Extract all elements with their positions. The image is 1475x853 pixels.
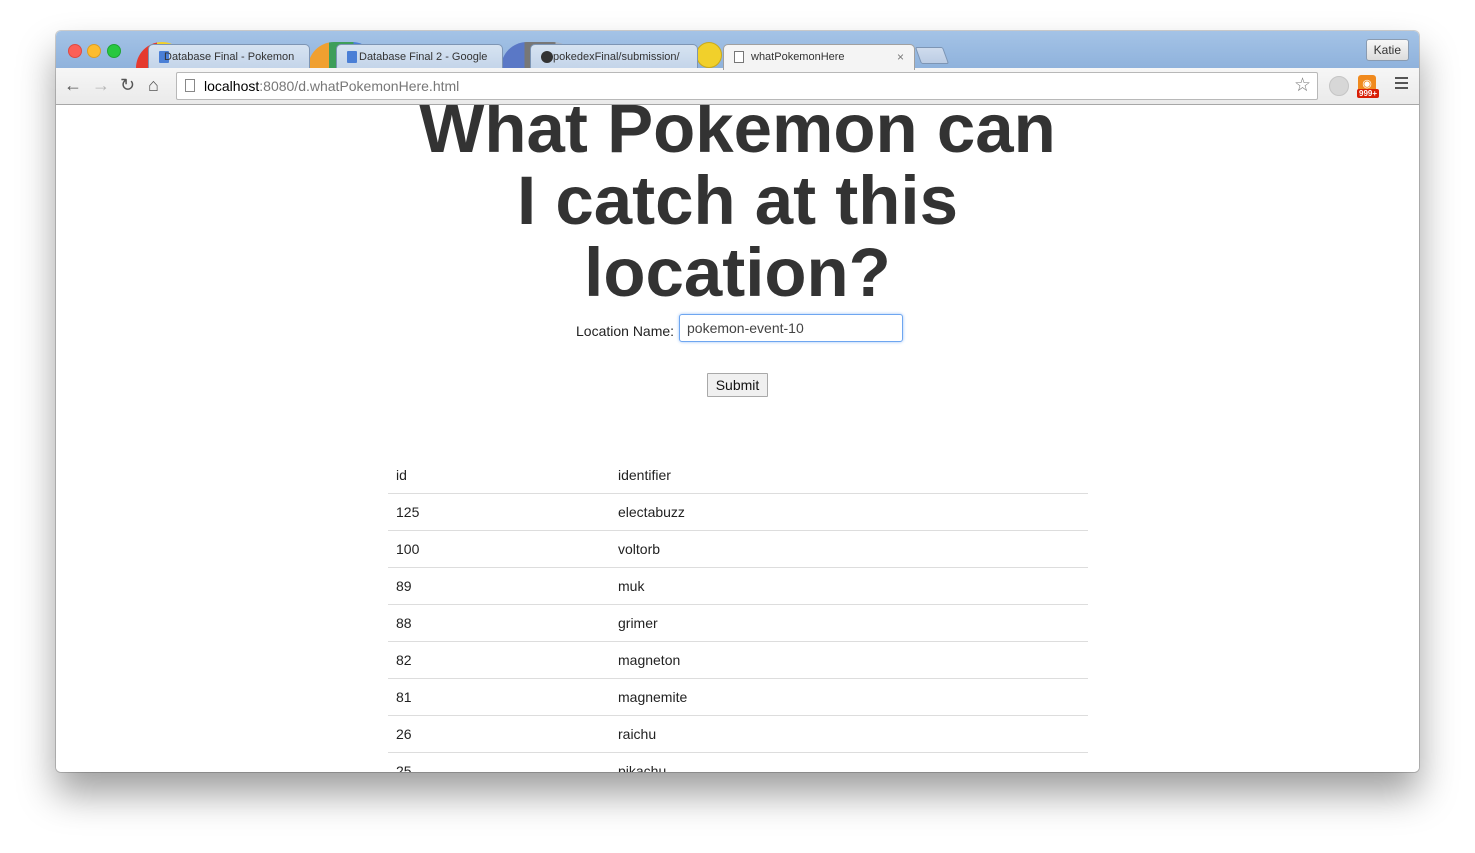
- tab-pokedex-final-submission[interactable]: pokedexFinal/submission/: [530, 44, 698, 69]
- tab-label: whatPokemonHere: [751, 51, 845, 63]
- minimize-window-button[interactable]: [87, 44, 101, 58]
- cell-id: 81: [388, 678, 610, 716]
- page-content: What Pokemon can I catch at this locatio…: [56, 105, 1419, 772]
- tab-label: Database Final - Pokemon: [164, 51, 295, 63]
- reload-icon[interactable]: ↻: [120, 75, 135, 95]
- page-title-line: What Pokemon can: [419, 105, 1056, 167]
- column-header-id: id: [388, 457, 610, 494]
- cell-id: 100: [388, 530, 610, 568]
- cell-id: 25: [388, 752, 610, 772]
- page-icon: [185, 79, 195, 92]
- page-title-line: location?: [584, 234, 891, 311]
- cell-identifier: muk: [610, 567, 1088, 605]
- google-docs-icon: [347, 51, 357, 63]
- page-icon: [734, 51, 744, 63]
- tab-database-final-2[interactable]: Database Final 2 - Google: [336, 44, 503, 69]
- table-row: 26 raichu: [388, 715, 1088, 753]
- table-row: 89 muk: [388, 567, 1088, 605]
- table-row: 88 grimer: [388, 604, 1088, 642]
- cell-id: 125: [388, 493, 610, 531]
- table-row: 125 electabuzz: [388, 493, 1088, 531]
- table-row: 81 magnemite: [388, 678, 1088, 716]
- tab-what-pokemon-here[interactable]: whatPokemonHere ×: [723, 44, 915, 70]
- extension-icon[interactable]: [1329, 76, 1349, 96]
- cell-identifier: voltorb: [610, 530, 1088, 568]
- table-row: 82 magneton: [388, 641, 1088, 679]
- location-name-label: Location Name:: [576, 323, 675, 339]
- cell-identifier: grimer: [610, 604, 1088, 642]
- column-header-identifier: identifier: [610, 457, 1088, 494]
- github-icon: [541, 51, 553, 63]
- table-row: 100 voltorb: [388, 530, 1088, 568]
- cell-identifier: magnemite: [610, 678, 1088, 716]
- table-row: 25 pikachu: [388, 752, 1088, 772]
- browser-toolbar: ← → ↻ ⌂ localhost:8080/d.whatPokemonHere…: [56, 68, 1419, 105]
- location-name-input[interactable]: [679, 314, 903, 342]
- menu-icon[interactable]: [1395, 77, 1408, 92]
- cell-identifier: electabuzz: [610, 493, 1088, 531]
- maximize-window-button[interactable]: [107, 44, 121, 58]
- tab-label: Database Final 2 - Google: [359, 51, 488, 63]
- address-bar[interactable]: localhost:8080/d.whatPokemonHere.html ☆: [176, 72, 1318, 100]
- url-host: localhost: [204, 78, 260, 94]
- page-title: What Pokemon can I catch at this locatio…: [56, 105, 1419, 309]
- close-window-button[interactable]: [68, 44, 82, 58]
- new-tab-button[interactable]: [914, 47, 950, 64]
- page-title-line: I catch at this: [517, 162, 958, 239]
- results-table: id identifier 125 electabuzz 100 voltorb 8…: [388, 457, 1088, 772]
- tab-label: pokedexFinal/submission/: [553, 51, 680, 63]
- bookmark-star-icon[interactable]: ☆: [1294, 75, 1311, 97]
- cell-id: 26: [388, 715, 610, 753]
- cell-id: 82: [388, 641, 610, 679]
- close-tab-icon[interactable]: ×: [897, 45, 904, 69]
- home-icon[interactable]: ⌂: [148, 75, 159, 95]
- cell-identifier: magneton: [610, 641, 1088, 679]
- cell-identifier: pikachu: [610, 752, 1088, 772]
- cell-id: 88: [388, 604, 610, 642]
- forward-arrow-icon[interactable]: →: [92, 75, 110, 95]
- profile-button[interactable]: Katie: [1365, 39, 1409, 61]
- url-path: :8080/d.whatPokemonHere.html: [259, 78, 460, 94]
- pokeball-icon: [696, 42, 722, 68]
- tab-database-final-pokemon[interactable]: Database Final - Pokemon: [148, 44, 310, 69]
- table-header-row: id identifier: [388, 457, 1088, 494]
- cell-identifier: raichu: [610, 715, 1088, 753]
- browser-window: Database Final - Pokemon Database Final …: [56, 31, 1419, 772]
- cell-id: 89: [388, 567, 610, 605]
- rss-count-badge: 999+: [1357, 89, 1380, 98]
- url-text: localhost:8080/d.whatPokemonHere.html: [204, 73, 459, 99]
- tab-strip: Database Final - Pokemon Database Final …: [56, 31, 1419, 70]
- back-arrow-icon[interactable]: ←: [64, 75, 82, 95]
- submit-button[interactable]: Submit: [707, 373, 768, 397]
